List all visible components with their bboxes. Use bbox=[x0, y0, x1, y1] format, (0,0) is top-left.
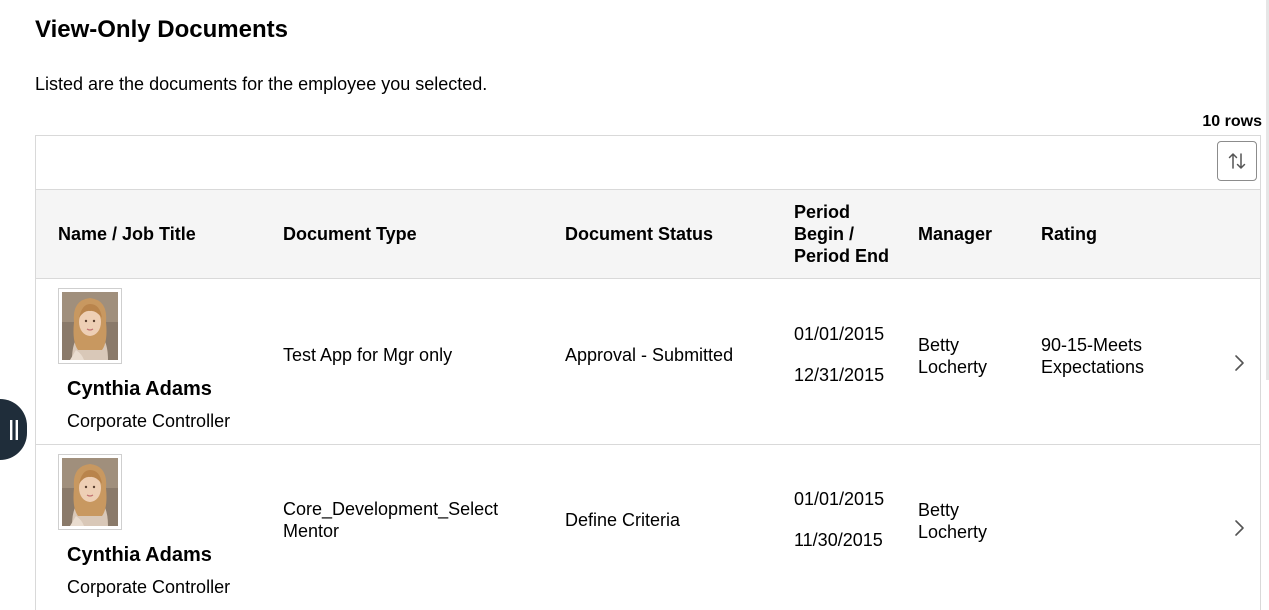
document-type-line1: Test App for Mgr only bbox=[283, 345, 453, 365]
documents-grid: Name / Job Title Document Type Document … bbox=[35, 135, 1261, 610]
chevron-right-icon[interactable] bbox=[1232, 353, 1246, 373]
manager-line2: Locherty bbox=[918, 522, 988, 542]
page-title: View-Only Documents bbox=[35, 16, 288, 43]
employee-job-title: Corporate Controller bbox=[67, 577, 231, 597]
page-intro: Listed are the documents for the employe… bbox=[35, 74, 488, 94]
employee-name: Cynthia Adams bbox=[67, 378, 212, 400]
column-header-manager: Manager bbox=[918, 224, 993, 244]
employee-photo bbox=[58, 288, 122, 364]
column-header-period: Period Begin / Period End bbox=[794, 190, 889, 278]
document-type: Test App for Mgr only bbox=[283, 344, 452, 366]
column-header-document-type: Document Type bbox=[283, 224, 417, 244]
column-header-document-status: Document Status bbox=[565, 224, 714, 244]
document-type-line1: Core_Development_Select bbox=[283, 499, 499, 519]
manager-line2: Locherty bbox=[918, 357, 988, 377]
rating-line1: 90-15-Meets bbox=[1041, 335, 1143, 355]
drag-handle-icon bbox=[9, 419, 18, 440]
avatar bbox=[62, 458, 118, 526]
period-end: 11/30/2015 bbox=[794, 530, 883, 550]
column-header-period-line2: Begin / bbox=[794, 224, 855, 244]
side-panel-handle[interactable] bbox=[0, 399, 27, 460]
document-status: Approval - Submitted bbox=[565, 345, 734, 365]
sort-button[interactable] bbox=[1217, 141, 1257, 181]
period-begin: 01/01/2015 bbox=[794, 324, 885, 344]
employee-photo bbox=[58, 454, 122, 530]
employee-name: Cynthia Adams bbox=[67, 544, 212, 566]
column-header-name: Name / Job Title bbox=[58, 224, 196, 244]
document-type: Core_Development_Select Mentor bbox=[283, 498, 498, 542]
row-count: 10 rows bbox=[1202, 113, 1262, 130]
manager: Betty Locherty bbox=[918, 334, 987, 378]
chevron-right-icon[interactable] bbox=[1232, 518, 1246, 538]
document-status: Define Criteria bbox=[565, 510, 681, 530]
manager-line1: Betty bbox=[918, 335, 960, 355]
avatar bbox=[62, 292, 118, 360]
column-header-period-line1: Period bbox=[794, 202, 851, 222]
column-header-rating: Rating bbox=[1041, 224, 1097, 244]
rating-line2: Expectations bbox=[1041, 357, 1145, 377]
manager: Betty Locherty bbox=[918, 499, 987, 543]
period-end: 12/31/2015 bbox=[794, 365, 885, 385]
employee-job-title: Corporate Controller bbox=[67, 411, 231, 431]
period-begin: 01/01/2015 bbox=[794, 489, 885, 509]
document-type-line2: Mentor bbox=[283, 521, 340, 541]
rating: 90-15-Meets Expectations bbox=[1041, 334, 1144, 378]
table-row[interactable]: Cynthia Adams Corporate Controller Core_… bbox=[36, 445, 1260, 610]
grid-header-row: Name / Job Title Document Type Document … bbox=[36, 190, 1260, 279]
grid-toolbar bbox=[36, 136, 1260, 190]
sort-arrows-icon bbox=[1228, 153, 1246, 169]
column-header-period-line3: Period End bbox=[794, 246, 890, 266]
page: View-Only Documents Listed are the docum… bbox=[0, 0, 1269, 610]
table-row[interactable]: Cynthia Adams Corporate Controller Test … bbox=[36, 279, 1260, 445]
manager-line1: Betty bbox=[918, 500, 960, 520]
